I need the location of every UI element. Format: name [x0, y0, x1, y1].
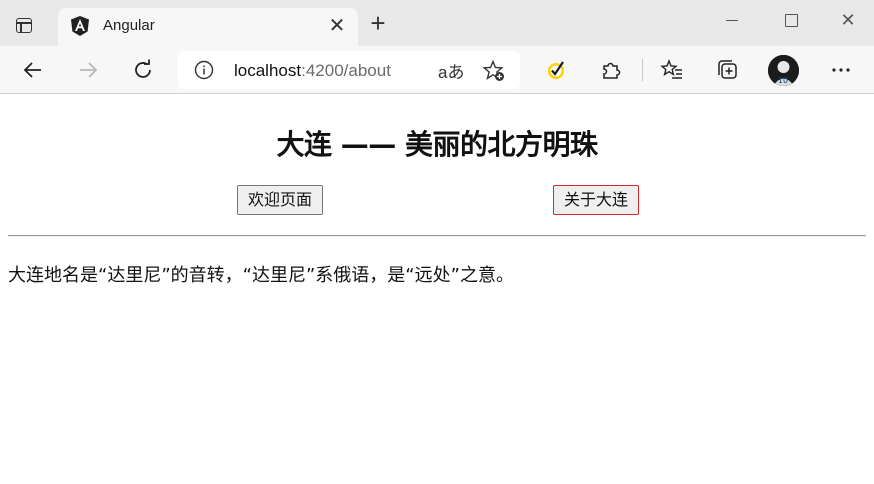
window-close-icon[interactable]: ✕ [838, 10, 858, 30]
tab-strip: Angular ✕ + ✕ [0, 0, 874, 46]
about-paragraph: 大连地名是“达里尼”的音转，“达里尼”系俄语，是“远处”之意。 [8, 265, 514, 286]
tab-actions-icon[interactable] [12, 14, 36, 38]
url-text[interactable]: localhost:4200/about [234, 61, 391, 81]
browser-tab[interactable]: Angular ✕ [58, 8, 358, 46]
more-icon[interactable] [827, 56, 855, 84]
url-path: :4200/about [301, 61, 391, 80]
page-title: 大连 —— 美丽的北方明珠 [276, 128, 599, 161]
url-host: localhost [234, 61, 302, 80]
angular-logo-icon [71, 16, 89, 36]
info-icon[interactable] [194, 60, 214, 80]
minimize-icon[interactable] [722, 10, 742, 30]
back-icon[interactable] [19, 56, 47, 84]
refresh-icon[interactable] [129, 56, 157, 84]
read-aloud-icon[interactable]: aあ [438, 58, 464, 83]
about-dalian-button[interactable]: 关于大连 [553, 185, 640, 215]
profile-avatar[interactable]: 10 [768, 55, 799, 86]
toolbar-separator [642, 59, 643, 81]
browser-toolbar: localhost:4200/about aあ 10 [0, 46, 874, 94]
norton-check-icon[interactable] [542, 56, 570, 84]
extensions-icon[interactable] [597, 56, 625, 84]
address-bar[interactable]: localhost:4200/about aあ [178, 51, 520, 89]
welcome-page-button[interactable]: 欢迎页面 [237, 185, 324, 215]
horizontal-rule [8, 235, 866, 237]
maximize-icon[interactable] [781, 10, 801, 30]
svg-text:10: 10 [778, 76, 788, 85]
close-tab-icon[interactable]: ✕ [326, 15, 348, 37]
forward-icon[interactable] [74, 56, 102, 84]
add-favorite-icon[interactable] [482, 59, 506, 83]
favorites-icon[interactable] [658, 56, 686, 84]
collections-icon[interactable] [713, 56, 741, 84]
new-tab-icon[interactable]: + [366, 10, 390, 36]
tab-title: Angular [103, 17, 155, 34]
page-content: 大连 —— 美丽的北方明珠 欢迎页面 关于大连 大连地名是“达里尼”的音转，“达… [0, 95, 874, 484]
